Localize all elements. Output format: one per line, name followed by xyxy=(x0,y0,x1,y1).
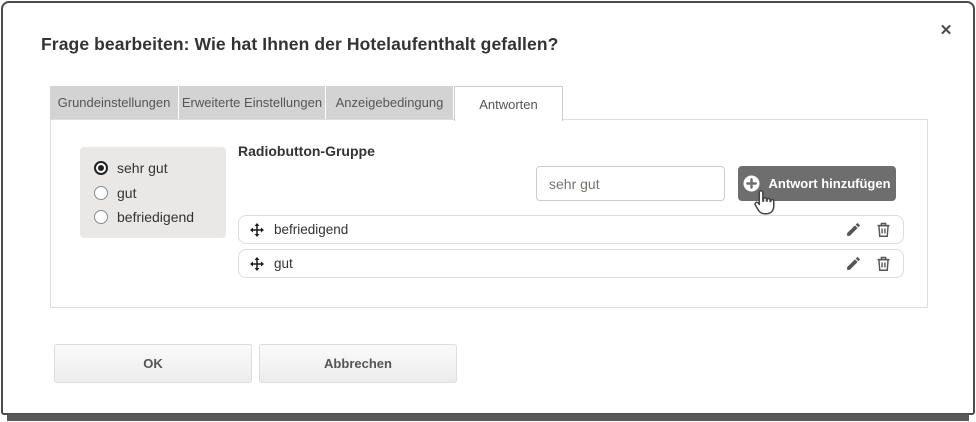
tab-erweiterte-einstellungen[interactable]: Erweiterte Einstellungen xyxy=(179,86,325,119)
tab-antworten[interactable]: Antworten xyxy=(454,86,563,121)
radio-unselected-icon[interactable] xyxy=(94,185,108,200)
cancel-button[interactable]: Abbrechen xyxy=(259,344,457,383)
tab-anzeigebedingung[interactable]: Anzeigebedingung xyxy=(326,86,453,119)
edit-pencil-icon[interactable] xyxy=(845,255,862,272)
answer-row: befriedigend xyxy=(238,215,904,244)
edit-pencil-icon[interactable] xyxy=(845,221,862,238)
radio-option[interactable]: gut xyxy=(94,185,212,201)
trash-icon[interactable] xyxy=(875,255,892,272)
radio-option[interactable]: befriedigend xyxy=(94,209,212,225)
dialog-title: Frage bearbeiten: Wie hat Ihnen der Hote… xyxy=(41,34,559,54)
radio-option[interactable]: sehr gut xyxy=(94,160,212,176)
answers-tab-panel: sehr gut gut befriedigend Radiobutton-Gr… xyxy=(50,119,928,308)
drag-move-icon[interactable] xyxy=(250,222,264,237)
drag-move-icon[interactable] xyxy=(250,256,264,271)
new-answer-input[interactable] xyxy=(536,166,725,201)
ok-button[interactable]: OK xyxy=(54,344,252,383)
add-answer-label: Antwort hinzufügen xyxy=(768,176,891,191)
trash-icon[interactable] xyxy=(875,221,892,238)
answer-label: gut xyxy=(274,256,293,271)
screenshot-stage: Frage bearbeiten: Wie hat Ihnen der Hote… xyxy=(0,0,976,422)
answer-row: gut xyxy=(238,249,904,278)
answer-label: befriedigend xyxy=(274,222,349,237)
radio-selected-icon[interactable] xyxy=(94,161,108,175)
radio-group-preview: sehr gut gut befriedigend xyxy=(80,147,226,238)
page-backdrop-bar xyxy=(7,414,969,421)
radio-unselected-icon[interactable] xyxy=(94,210,108,224)
radio-option-label: sehr gut xyxy=(117,160,168,176)
radio-option-label: befriedigend xyxy=(117,209,195,225)
close-icon[interactable]: ✕ xyxy=(935,20,957,42)
tab-bar: Grundeinstellungen Erweiterte Einstellun… xyxy=(50,86,563,121)
add-answer-button[interactable]: Antwort hinzufügen xyxy=(738,166,896,201)
plus-circle-icon xyxy=(743,175,761,192)
tab-grundeinstellungen[interactable]: Grundeinstellungen xyxy=(50,86,178,119)
question-type-label: Radiobutton-Gruppe xyxy=(238,143,375,159)
radio-option-label: gut xyxy=(117,184,137,201)
edit-question-dialog: Frage bearbeiten: Wie hat Ihnen der Hote… xyxy=(1,1,975,415)
